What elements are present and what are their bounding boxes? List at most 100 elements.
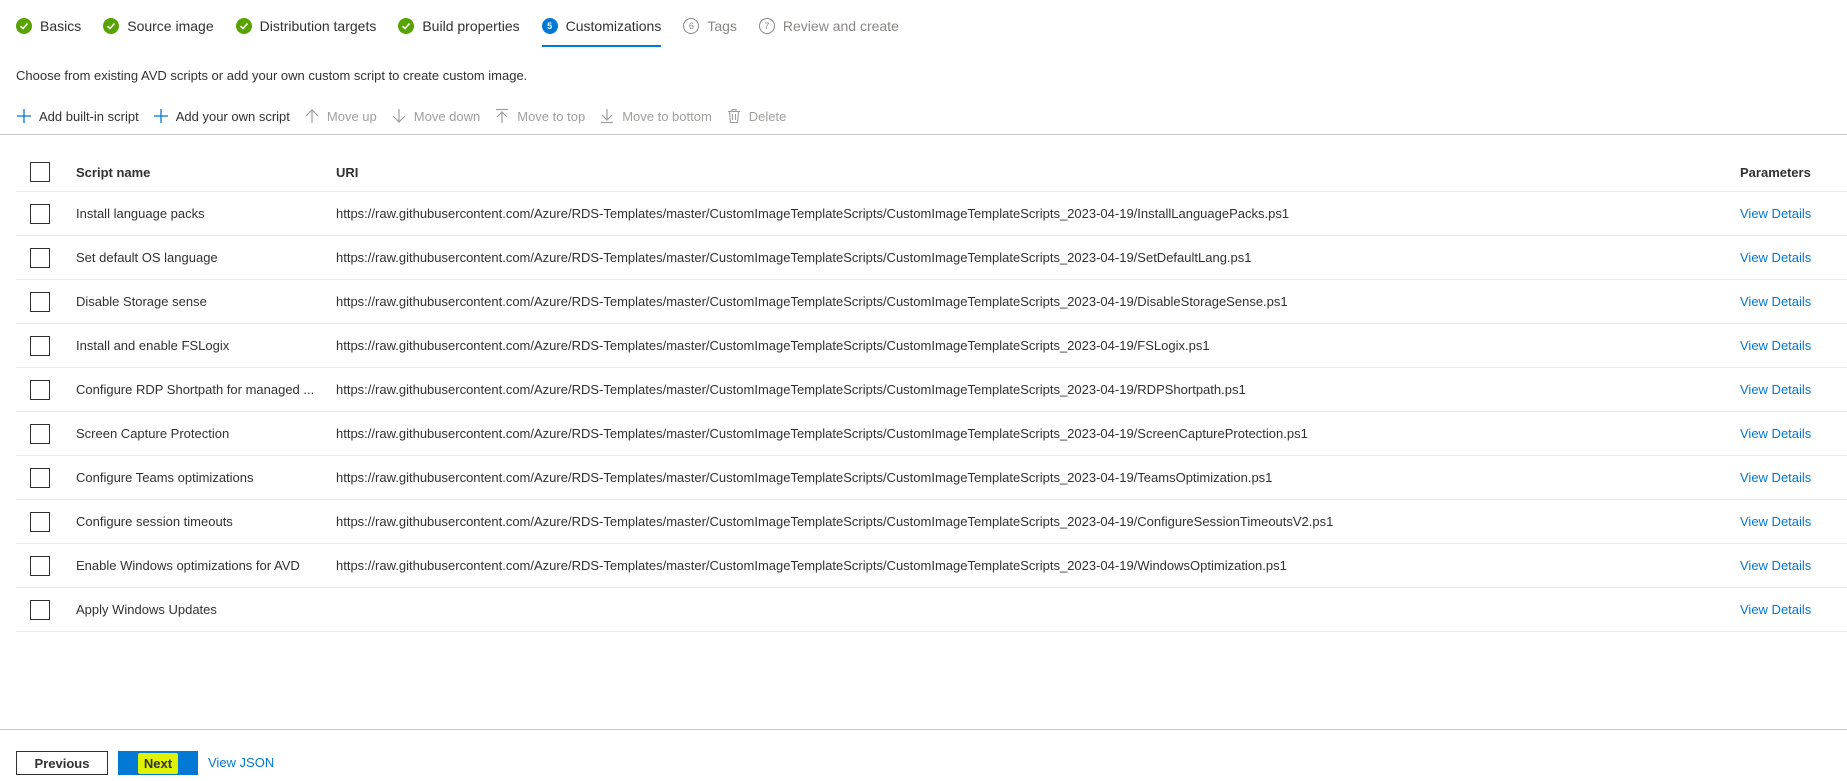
column-header-uri[interactable]: URI [336,165,358,180]
script-uri: https://raw.githubusercontent.com/Azure/… [336,426,1308,441]
step-number-icon: 6 [683,18,700,34]
script-name: Enable Windows optimizations for AVD [76,558,300,573]
scripts-table: Script name URI Parameters Install langu… [16,153,1847,632]
tab-customizations[interactable]: 5 Customizations [541,14,661,47]
add-own-script-button[interactable]: Add your own script [153,108,290,124]
row-checkbox[interactable] [30,599,50,620]
step-number-icon: 5 [541,18,558,34]
step-number-icon: 7 [758,18,775,34]
view-details-link[interactable]: View Details [1740,206,1811,221]
script-name: Install language packs [76,206,205,221]
next-button-label: Next [137,752,179,774]
row-checkbox[interactable] [30,511,50,532]
view-details-link[interactable]: View Details [1740,338,1811,353]
arrow-to-top-icon [496,108,509,123]
view-details-link[interactable]: View Details [1740,426,1811,441]
checkmark-icon [16,18,32,34]
row-checkbox[interactable] [30,555,50,576]
script-name: Configure Teams optimizations [76,470,254,485]
column-header-script-name[interactable]: Script name [76,165,321,180]
table-row[interactable]: Disable Storage sense https://raw.github… [16,280,1847,324]
tab-label: Source image [127,18,214,34]
script-name: Install and enable FSLogix [76,338,230,353]
row-checkbox[interactable] [30,203,50,224]
row-checkbox[interactable] [30,291,50,312]
next-button[interactable]: Next [118,751,198,775]
button-label: Delete [748,108,787,124]
script-uri: https://raw.githubusercontent.com/Azure/… [336,294,1288,309]
script-uri: https://raw.githubusercontent.com/Azure/… [336,558,1287,573]
plus-icon [153,109,168,123]
table-row[interactable]: Install language packs https://raw.githu… [16,192,1847,236]
move-to-top-button[interactable]: Move to top [494,108,585,124]
table-row[interactable]: Configure RDP Shortpath for managed ... … [16,368,1847,412]
script-uri: https://raw.githubusercontent.com/Azure/… [336,470,1273,485]
view-details-link[interactable]: View Details [1740,514,1811,529]
tab-label: Tags [707,18,737,34]
script-name: Configure RDP Shortpath for managed ... [76,382,315,397]
move-to-bottom-button[interactable]: Move to bottom [599,108,712,124]
tab-label: Build properties [422,18,520,34]
script-name: Screen Capture Protection [76,426,230,441]
row-checkbox[interactable] [30,467,50,488]
table-row[interactable]: Configure Teams optimizations https://ra… [16,456,1847,500]
view-json-link[interactable]: View JSON [208,755,274,770]
button-label: Move to bottom [622,108,712,124]
tab-label: Review and create [782,18,899,34]
wizard-tabs: Basics Source image Distribution targets… [16,14,921,48]
select-all-checkbox[interactable] [30,162,50,182]
tab-tags[interactable]: 6 Tags [683,14,737,38]
view-details-link[interactable]: View Details [1740,382,1811,397]
arrow-to-bottom-icon [601,109,614,124]
table-row[interactable]: Set default OS language https://raw.gith… [16,236,1847,280]
checkmark-icon [103,18,120,34]
script-uri: https://raw.githubusercontent.com/Azure/… [336,206,1290,221]
row-checkbox[interactable] [30,247,50,268]
view-details-link[interactable]: View Details [1740,294,1811,309]
button-label: Add your own script [175,108,290,124]
plus-icon [17,109,31,123]
table-row[interactable]: Apply Windows Updates View Details [16,588,1847,632]
row-checkbox[interactable] [30,335,50,356]
table-row[interactable]: Screen Capture Protection https://raw.gi… [16,412,1847,456]
tab-build-properties[interactable]: Build properties [398,14,520,38]
trash-icon [727,108,740,124]
toolbar-divider [0,134,1847,135]
table-row[interactable]: Enable Windows optimizations for AVD htt… [16,544,1847,588]
tab-basics[interactable]: Basics [16,14,81,38]
script-name: Configure session timeouts [76,514,233,529]
view-details-link[interactable]: View Details [1740,558,1811,573]
view-details-link[interactable]: View Details [1740,470,1811,485]
checkmark-icon [235,18,252,34]
button-label: Move up [326,108,377,124]
arrow-up-icon [305,109,319,123]
script-name: Set default OS language [76,250,218,265]
button-label: Move to top [517,108,586,124]
tab-source-image[interactable]: Source image [103,14,214,38]
add-built-in-script-button[interactable]: Add built-in script [16,108,139,124]
script-name: Apply Windows Updates [76,602,217,617]
column-header-parameters[interactable]: Parameters [1740,165,1811,180]
arrow-down-icon [392,109,406,123]
move-up-button[interactable]: Move up [304,108,377,124]
tab-label: Distribution targets [259,18,377,34]
tab-label: Basics [40,18,82,34]
previous-button[interactable]: Previous [16,751,108,775]
move-down-button[interactable]: Move down [391,108,480,124]
footer-divider [0,729,1847,730]
script-uri: https://raw.githubusercontent.com/Azure/… [336,250,1252,265]
table-row[interactable]: Configure session timeouts https://raw.g… [16,500,1847,544]
script-name: Disable Storage sense [76,294,207,309]
button-label: Move down [413,108,481,124]
delete-button[interactable]: Delete [726,108,787,124]
table-header-row: Script name URI Parameters [16,153,1847,192]
table-row[interactable]: Install and enable FSLogix https://raw.g… [16,324,1847,368]
script-uri: https://raw.githubusercontent.com/Azure/… [336,514,1334,529]
row-checkbox[interactable] [30,423,50,444]
row-checkbox[interactable] [30,379,50,400]
view-details-link[interactable]: View Details [1740,602,1811,617]
command-bar: Add built-in script Add your own script … [16,104,800,128]
tab-review-and-create[interactable]: 7 Review and create [758,14,899,38]
view-details-link[interactable]: View Details [1740,250,1811,265]
tab-distribution-targets[interactable]: Distribution targets [235,14,377,38]
